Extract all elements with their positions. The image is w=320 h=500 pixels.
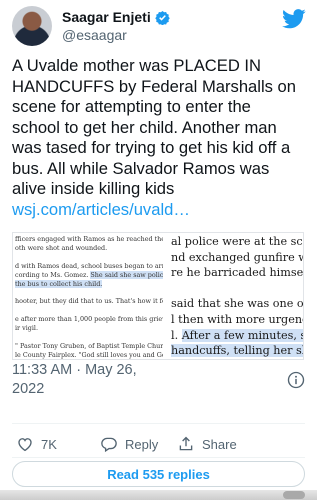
tweet-line: HANDCUFFS by Federal Marshalls on (12, 76, 297, 96)
like-button[interactable]: 7K (16, 435, 57, 453)
article-text: said that she was one of numer (171, 297, 304, 311)
tweet-line: bus. All while Salvador Ramos was (12, 158, 270, 178)
article-highlighted-text: After a few minutes, she said (181, 328, 303, 342)
article-text-line: nd exchanged gunfire with hir (171, 250, 303, 265)
divider (12, 423, 305, 424)
article-text: ir vigil. (15, 324, 38, 332)
author-name[interactable]: Saagar Enjeti (62, 9, 151, 25)
article-text-line: d with Ramos dead, school buses began to… (15, 262, 163, 270)
verified-badge-icon (154, 10, 170, 25)
article-text: le County Fairplex. "God still loves you… (15, 350, 163, 359)
info-icon[interactable] (287, 371, 305, 389)
article-link[interactable]: wsj.com/articles/uvald… (12, 200, 308, 221)
like-count: 7K (41, 436, 57, 452)
article-text-line: fficers engaged with Ramos as he reached… (15, 235, 163, 243)
article-text: re he barricaded himself, firing (171, 266, 304, 280)
twitter-bird-icon[interactable] (282, 8, 306, 30)
article-text: fficers engaged with Ramos as he reached… (15, 235, 163, 243)
attached-image[interactable]: fficers engaged with Ramos as he reached… (12, 232, 304, 360)
tweet-line: was tased for trying to get his kid off … (12, 138, 291, 157)
author-name-row[interactable]: Saagar Enjeti (62, 9, 170, 25)
article-highlighted-text: She said she saw police u (90, 270, 163, 279)
article-text: hooter, but they did that to us. That's … (15, 297, 163, 306)
article-text-line: e after more than 1,000 people from this… (15, 315, 163, 323)
timestamp-line: 11:33 AM · May 26, (12, 362, 137, 378)
tweet-line: A Uvalde mother was PLACED IN (12, 56, 262, 75)
read-replies-button[interactable]: Read 535 replies (12, 461, 305, 487)
article-highlighted-text: the bus to collect his child. (15, 279, 103, 288)
share-icon (179, 436, 193, 451)
article-highlighted-text: handcuffs, telling her she was l (171, 344, 303, 358)
article-text: l then with more urgency—pol (171, 313, 303, 326)
article-text: " Pastor Tony Gruben, of Baptist Temple … (15, 341, 163, 350)
share-label: Share (202, 436, 237, 452)
tweet-line: school to get her child. Another man (12, 117, 277, 137)
article-text: l. (171, 328, 182, 342)
avatar[interactable] (12, 6, 52, 46)
article-text-line: oth were shot and wounded. (15, 244, 107, 252)
article-text: oth were shot and wounded. (15, 243, 108, 252)
reply-label: Reply (125, 436, 159, 452)
article-text-line: cording to Ms. Gomez. She said she saw p… (15, 270, 163, 279)
article-text-line: handcuffs, telling her she was l (171, 344, 303, 358)
share-button[interactable]: Share (177, 435, 237, 453)
article-text-line: " Pastor Tony Gruben, of Baptist Temple … (15, 342, 163, 350)
article-text: e after more than 1,000 people from this… (15, 315, 163, 324)
reply-icon (101, 437, 117, 453)
tweet-timestamp[interactable]: 11:33 AM · May 26, 2022 (12, 361, 232, 399)
article-left-column: fficers engaged with Ramos as he reached… (13, 233, 163, 359)
article-right-column: al police were at the school wi nd exchan… (161, 233, 304, 359)
article-text: al police were at the school wi (171, 235, 303, 248)
tweet-text: A Uvalde mother was PLACED IN HANDCUFFS … (12, 56, 308, 220)
bottom-scroll-bar (0, 490, 317, 500)
tweet-actions: 7K Reply Share (12, 434, 305, 454)
timestamp-year: 2022 (12, 381, 45, 397)
tweet-line: alive inside killing kids (12, 179, 175, 198)
article-text-line: le County Fairplex. "God still loves you… (15, 351, 163, 359)
article-text-line: l then with more urgency—pol (171, 313, 303, 327)
tweet-line: scene for attempting to enter the (12, 97, 251, 116)
article-text-line: ir vigil. (15, 324, 38, 332)
article-text-line: l. After a few minutes, she said (171, 328, 303, 343)
article-text-line: the bus to collect his child. (15, 279, 103, 288)
tweet-header: Saagar Enjeti @esaagar (12, 6, 308, 50)
article-text-line: said that she was one of numer (171, 297, 304, 311)
reply-button[interactable]: Reply (100, 435, 158, 453)
article-text: nd exchanged gunfire with hir (171, 250, 303, 264)
article-text: d with Ramos dead, school buses began to… (15, 261, 163, 270)
article-text-line: hooter, but they did that to us. That's … (15, 297, 163, 305)
article-text: cording to Ms. Gomez. (15, 270, 91, 279)
article-text-line: re he barricaded himself, firing (171, 266, 304, 280)
scroll-handle[interactable] (283, 491, 305, 499)
author-handle[interactable]: @esaagar (62, 27, 127, 43)
heart-icon (18, 438, 32, 452)
divider (12, 457, 305, 458)
article-text-line: al police were at the school wi (171, 235, 303, 249)
